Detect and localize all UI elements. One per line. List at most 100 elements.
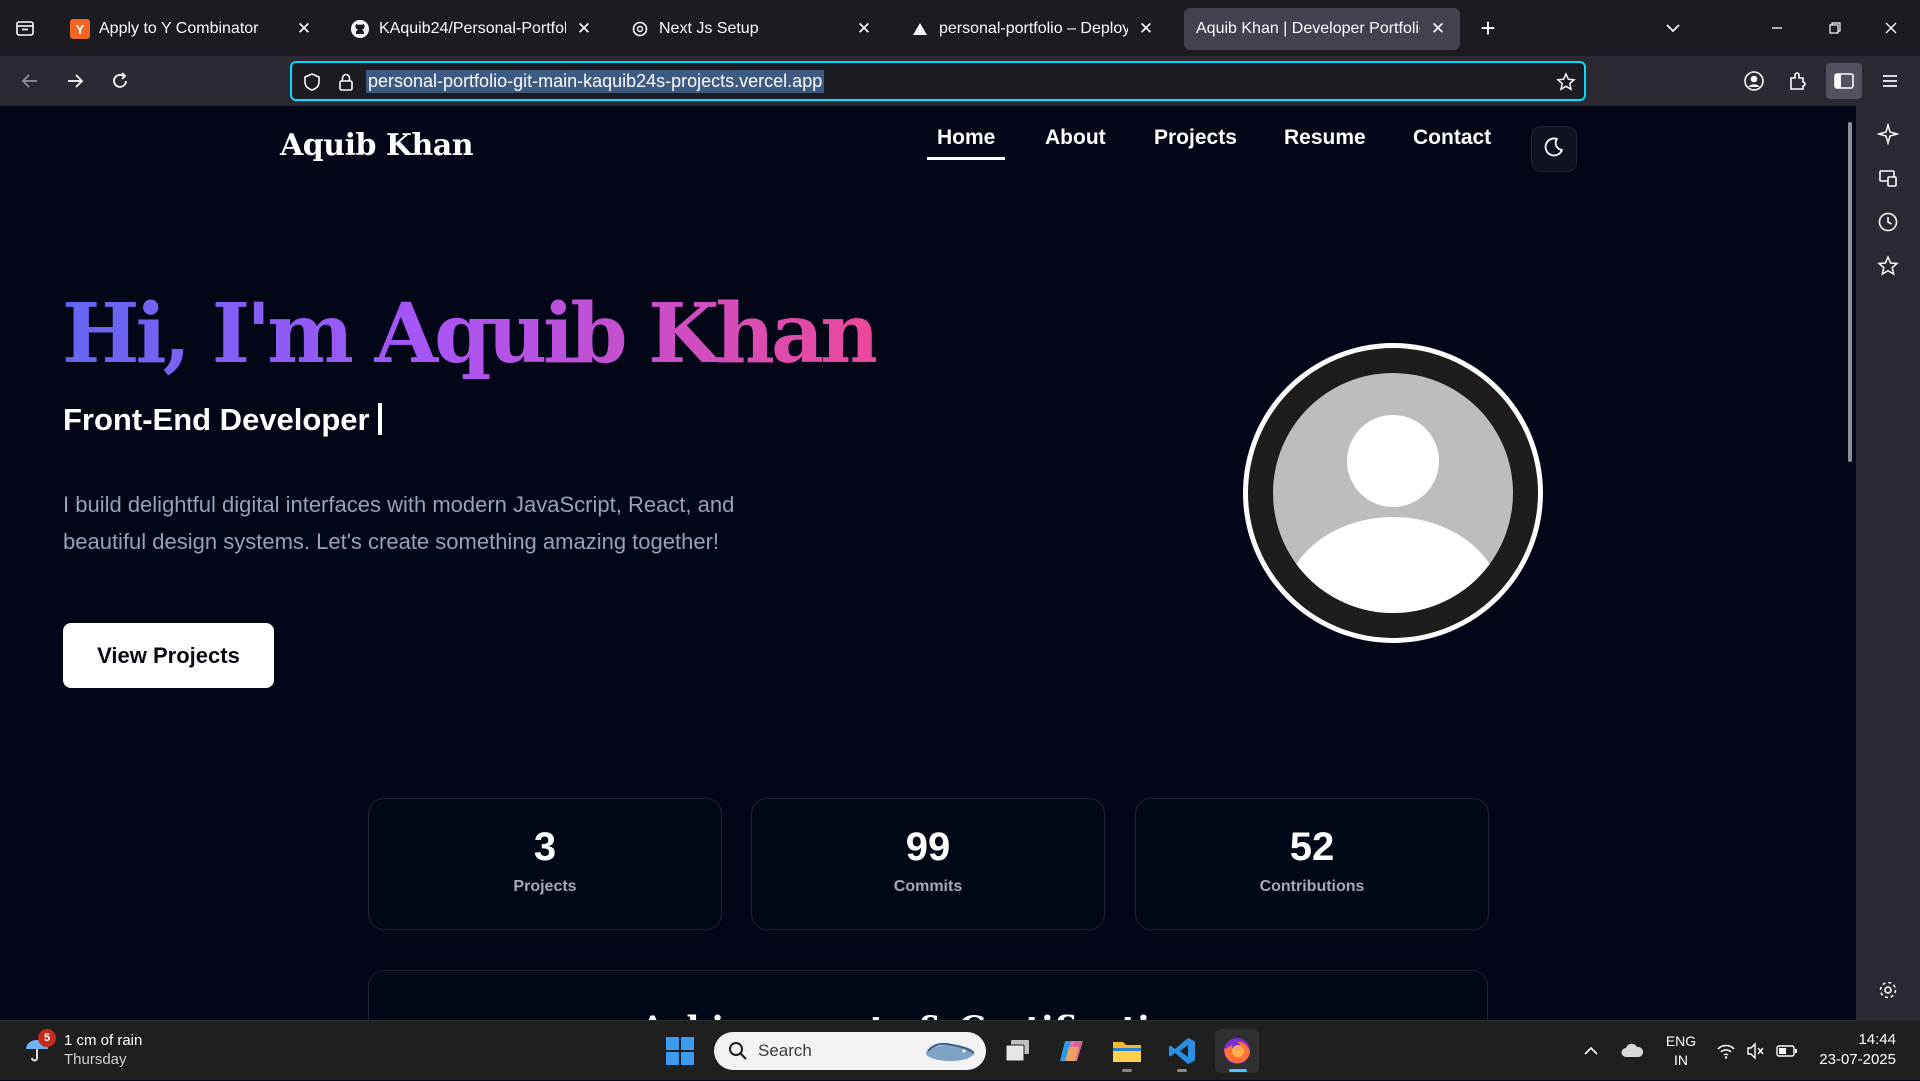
close-tab-icon[interactable]: ✕ [1136, 19, 1156, 39]
close-tab-icon[interactable]: ✕ [1428, 19, 1448, 39]
close-tab-icon[interactable]: ✕ [294, 19, 314, 39]
show-hidden-icons[interactable] [1582, 1021, 1600, 1081]
tab-list-icon[interactable] [0, 0, 50, 56]
browser-tab[interactable]: KAquib24/Personal-Portfolio ✕ [338, 8, 606, 50]
onedrive-icon[interactable] [1620, 1021, 1644, 1081]
tab-title: Next Js Setup [659, 20, 759, 37]
weather-badge: 5 [38, 1029, 56, 1047]
extensions-icon[interactable] [1780, 63, 1816, 99]
wifi-icon[interactable] [1716, 1021, 1736, 1081]
shield-icon[interactable] [300, 70, 324, 94]
github-icon [350, 19, 370, 39]
stat-card: 99 Commits [751, 798, 1105, 930]
stat-label: Projects [513, 878, 577, 895]
nav-link-projects[interactable]: Projects [1154, 126, 1237, 150]
umbrella-rain-icon: 5 [22, 1029, 56, 1065]
site-logo[interactable]: Aquib Khan [280, 128, 474, 163]
stat-label: Contributions [1259, 878, 1365, 895]
clock-time: 14:44 [1858, 1031, 1896, 1048]
stat-value: 52 [1289, 825, 1335, 869]
nav-link-contact[interactable]: Contact [1413, 126, 1491, 150]
page-scrollbar[interactable] [1848, 122, 1852, 462]
ycombinator-icon: Y [70, 19, 90, 39]
browser-sidebar [1856, 106, 1920, 1020]
clock-date: 23-07-2025 [1819, 1051, 1896, 1068]
nav-link-home[interactable]: Home [926, 126, 1006, 160]
star-bookmark-icon[interactable] [1554, 70, 1578, 94]
copilot-icon[interactable] [1050, 1029, 1094, 1073]
tab-title: personal-portfolio – Deploymen [939, 20, 1128, 37]
default-user-icon [1273, 373, 1513, 613]
url-bar[interactable]: personal-portfolio-git-main-kaquib24s-pr… [290, 61, 1586, 101]
new-tab-icon[interactable]: + [1472, 12, 1504, 44]
windows-taskbar: 5 1 cm of rain Thursday Search ENG IN 14… [0, 1020, 1920, 1080]
restore-icon[interactable] [1812, 10, 1858, 46]
hero-subtitle: Front-End Developer [63, 402, 382, 438]
tab-title: Aquib Khan | Developer Portfolio [1196, 20, 1420, 37]
hero-description: I build delightful digital interfaces wi… [63, 492, 735, 554]
close-tab-icon[interactable]: ✕ [574, 19, 594, 39]
weather-widget[interactable]: 5 1 cm of rain Thursday [22, 1029, 142, 1069]
search-icon [728, 1041, 748, 1061]
nav-link-resume[interactable]: Resume [1284, 126, 1366, 150]
browser-tab[interactable]: Next Js Setup ✕ [618, 8, 886, 50]
synced-tabs-icon[interactable] [1876, 166, 1900, 190]
web-page: Aquib Khan Home About Projects Resume Co… [0, 106, 1856, 1020]
stat-card: 52 Contributions [1135, 798, 1489, 930]
achievements-heading: Achievements & Certifications [369, 1009, 1487, 1020]
stat-value: 3 [533, 825, 557, 869]
stat-card: 3 Projects [368, 798, 722, 930]
weather-text: 1 cm of rain Thursday [64, 1031, 142, 1069]
gear-icon[interactable] [1876, 978, 1900, 1002]
url-text[interactable]: personal-portfolio-git-main-kaquib24s-pr… [366, 69, 825, 93]
reload-icon[interactable] [102, 63, 138, 99]
back-icon[interactable] [12, 63, 48, 99]
avatar-ring [1248, 348, 1538, 638]
task-view-icon[interactable] [996, 1029, 1040, 1073]
sidebar-toggle-icon[interactable] [1826, 63, 1862, 99]
nav-link-about[interactable]: About [1045, 126, 1106, 150]
weather-line-2: Thursday [64, 1051, 127, 1068]
tab-title: Apply to Y Combinator [99, 20, 259, 37]
chevron-down-icon[interactable] [1657, 12, 1689, 44]
menu-icon[interactable] [1872, 63, 1908, 99]
browser-toolbar: personal-portfolio-git-main-kaquib24s-pr… [0, 56, 1920, 106]
vscode-icon[interactable] [1160, 1029, 1204, 1073]
hero-subtitle-text: Front-End Developer [63, 402, 370, 437]
bookmarks-icon[interactable] [1876, 254, 1900, 278]
browser-tab-active[interactable]: Aquib Khan | Developer Portfolio ✕ [1184, 8, 1460, 50]
browser-tab-strip: Y Apply to Y Combinator ✕ KAquib24/Perso… [0, 0, 1920, 56]
browser-tab[interactable]: Y Apply to Y Combinator ✕ [58, 8, 326, 50]
windows-start-icon[interactable] [658, 1029, 702, 1073]
lock-icon[interactable] [334, 70, 358, 94]
browser-tab[interactable]: personal-portfolio – Deploymen ✕ [898, 8, 1168, 50]
taskbar-search[interactable]: Search [714, 1032, 986, 1070]
file-explorer-icon[interactable] [1105, 1029, 1149, 1073]
close-window-icon[interactable] [1868, 10, 1914, 46]
profile-avatar [1243, 343, 1543, 643]
language-indicator[interactable]: ENG IN [1664, 1021, 1698, 1081]
volume-muted-icon[interactable] [1746, 1021, 1766, 1081]
ai-sparkle-icon[interactable] [1876, 122, 1900, 146]
language-line-2: IN [1674, 1052, 1688, 1068]
battery-icon[interactable] [1776, 1021, 1798, 1081]
typing-cursor [377, 403, 382, 435]
tab-title: KAquib24/Personal-Portfolio [379, 20, 566, 37]
history-icon[interactable] [1876, 210, 1900, 234]
moon-icon [1542, 135, 1566, 164]
forward-icon[interactable] [57, 63, 93, 99]
achievements-section: Achievements & Certifications [368, 970, 1488, 1020]
view-projects-button[interactable]: View Projects [63, 623, 274, 688]
theme-toggle-button[interactable] [1531, 126, 1577, 172]
search-placeholder: Search [758, 1041, 812, 1060]
close-tab-icon[interactable]: ✕ [854, 19, 874, 39]
account-icon[interactable] [1736, 63, 1772, 99]
stat-value: 99 [905, 825, 951, 869]
system-clock[interactable]: 14:44 23-07-2025 [1816, 1030, 1896, 1070]
openai-icon [630, 19, 650, 39]
firefox-icon[interactable] [1215, 1029, 1259, 1073]
language-line-1: ENG [1665, 1033, 1697, 1049]
vercel-icon [910, 19, 930, 39]
weather-line-1: 1 cm of rain [64, 1032, 143, 1049]
minimize-icon[interactable] [1754, 10, 1800, 46]
